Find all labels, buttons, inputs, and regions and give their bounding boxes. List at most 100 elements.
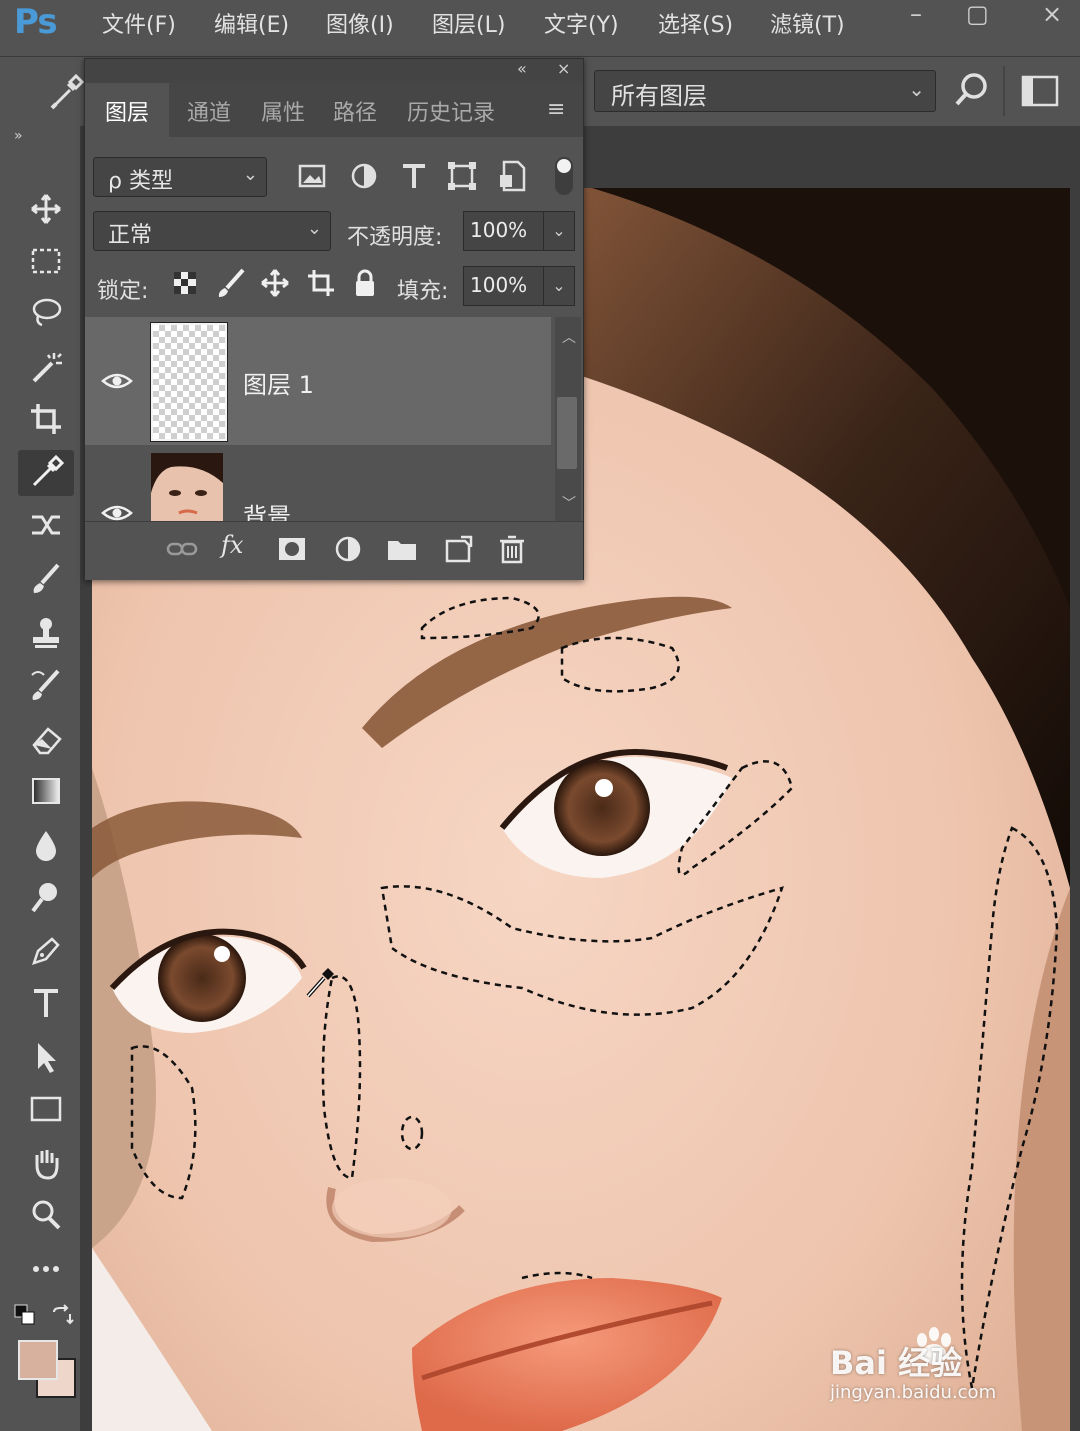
menu-edit[interactable]: 编辑(E)	[214, 7, 289, 39]
menu-bar: Ps 文件(F) 编辑(E) 图像(I) 图层(L) 文字(Y) 选择(S) 滤…	[0, 0, 1080, 46]
layer-filter-value: ρ 类型	[108, 169, 173, 194]
collapse-panel-icon[interactable]: «	[517, 59, 527, 78]
search-icon[interactable]	[952, 70, 992, 110]
opacity-input[interactable]: 100%	[463, 211, 545, 251]
path-select-tool-icon[interactable]	[18, 1034, 74, 1080]
crop-tool-icon[interactable]	[18, 396, 74, 442]
gradient-tool-icon[interactable]	[18, 768, 74, 814]
pen-tool-icon[interactable]	[18, 928, 74, 974]
visibility-eye-icon[interactable]	[101, 369, 133, 393]
marquee-tool-icon[interactable]	[18, 238, 74, 284]
options-divider	[1003, 66, 1005, 116]
zoom-tool-icon[interactable]	[18, 1192, 74, 1238]
hand-tool-icon[interactable]	[18, 1140, 74, 1186]
filter-adjustment-icon[interactable]	[347, 159, 381, 193]
visibility-eye-icon[interactable]	[101, 501, 133, 521]
fill-label: 填充:	[397, 279, 449, 304]
fx-icon[interactable]: fx	[221, 531, 255, 563]
stamp-tool-icon[interactable]	[18, 610, 74, 656]
menu-select[interactable]: 选择(S)	[658, 7, 733, 39]
fill-input[interactable]: 100%	[463, 266, 545, 306]
opacity-label: 不透明度:	[347, 225, 443, 250]
tab-channels[interactable]: 通道	[187, 95, 231, 127]
more-tools-icon[interactable]	[18, 1246, 74, 1292]
swap-colors-icon[interactable]	[50, 1304, 74, 1326]
lock-artboard-icon[interactable]	[305, 267, 337, 299]
layer-thumbnail-transparent[interactable]	[150, 322, 228, 442]
lock-position-icon[interactable]	[259, 267, 291, 299]
blend-mode-value: 正常	[108, 223, 153, 248]
add-mask-icon[interactable]	[275, 533, 309, 565]
new-layer-icon[interactable]	[441, 533, 475, 565]
chevron-down-icon: ⌄	[306, 218, 322, 239]
close-panel-icon[interactable]: ×	[557, 59, 570, 78]
filter-smart-object-icon[interactable]	[495, 159, 529, 193]
chevron-down-icon: ⌄	[908, 77, 925, 101]
close-button[interactable]: ×	[1042, 0, 1062, 28]
menu-filter[interactable]: 滤镜(T)	[770, 7, 845, 39]
fill-dropdown-icon[interactable]: ⌄	[543, 266, 575, 306]
tab-properties[interactable]: 属性	[261, 95, 305, 127]
maximize-button[interactable]: ▢	[966, 0, 989, 28]
lock-all-icon[interactable]	[349, 267, 381, 299]
link-icon[interactable]	[165, 533, 199, 565]
tab-history[interactable]: 历史记录	[407, 95, 495, 127]
layer-name[interactable]: 背景	[243, 497, 291, 521]
chevron-down-icon: ⌄	[242, 164, 258, 185]
history-brush-tool-icon[interactable]	[18, 662, 74, 708]
move-tool-icon[interactable]	[18, 186, 74, 232]
minimize-button[interactable]: –	[910, 0, 922, 28]
workspace-icon[interactable]	[1020, 74, 1060, 108]
menu-layer[interactable]: 图层(L)	[432, 7, 505, 39]
lock-transparent-pixels-icon[interactable]	[169, 267, 201, 299]
blend-mode-dropdown[interactable]: 正常 ⌄	[93, 211, 331, 251]
watermark-url: jingyan.baidu.com	[830, 1382, 997, 1403]
patch-tool-icon[interactable]	[18, 502, 74, 548]
filter-type-icon[interactable]	[397, 159, 431, 193]
layer-row-background[interactable]: 背景	[85, 445, 551, 521]
lasso-tool-icon[interactable]	[18, 290, 74, 336]
opacity-value: 100%	[470, 218, 528, 242]
menu-image[interactable]: 图像(I)	[326, 7, 394, 39]
tab-paths[interactable]: 路径	[333, 95, 377, 127]
new-group-folder-icon[interactable]	[385, 533, 419, 565]
filter-shape-icon[interactable]	[445, 159, 479, 193]
layer-name[interactable]: 图层 1	[243, 365, 314, 400]
type-tool-icon[interactable]	[18, 980, 74, 1026]
filter-pixel-icon[interactable]	[295, 159, 329, 193]
default-colors-icon[interactable]	[14, 1304, 36, 1326]
panel-header[interactable]: « ×	[85, 59, 583, 83]
layer-thumbnail-photo[interactable]	[151, 453, 223, 521]
watermark-brand: Bai 经验	[830, 1344, 963, 1382]
dodge-tool-icon[interactable]	[18, 874, 74, 920]
scroll-up-icon[interactable]: ︿	[562, 327, 576, 347]
blur-tool-icon[interactable]	[18, 822, 74, 868]
lock-image-pixels-icon[interactable]	[215, 267, 247, 299]
eyedropper-icon[interactable]	[44, 70, 88, 114]
toolbar-collapse-icon[interactable]: »	[14, 128, 22, 144]
foreground-color-swatch[interactable]	[18, 1340, 58, 1380]
panel-menu-icon[interactable]: ≡	[547, 97, 565, 122]
eyedropper-tool-icon[interactable]	[18, 450, 74, 496]
scroll-down-icon[interactable]: ﹀	[562, 493, 576, 513]
layer-filter-dropdown[interactable]: ρ 类型 ⌄	[93, 157, 267, 197]
adjustment-layer-icon[interactable]	[331, 533, 365, 565]
opacity-dropdown-icon[interactable]: ⌄	[543, 211, 575, 251]
fill-value: 100%	[470, 273, 528, 297]
menu-type[interactable]: 文字(Y)	[544, 7, 619, 39]
layer-row-layer1[interactable]: 图层 1	[85, 317, 551, 445]
layers-list: 图层 1 背景	[85, 317, 583, 521]
scrollbar-thumb[interactable]	[557, 397, 577, 469]
brush-tool-icon[interactable]	[18, 556, 74, 602]
baidu-jingyan-watermark: Bai 经验 jingyan.baidu.com	[830, 1318, 1050, 1408]
magic-wand-tool-icon[interactable]	[18, 344, 74, 390]
filter-toggle[interactable]	[555, 157, 573, 195]
sample-layers-dropdown[interactable]: 所有图层 ⌄	[594, 70, 936, 112]
tab-layers[interactable]: 图层	[105, 95, 149, 127]
rectangle-tool-icon[interactable]	[18, 1086, 74, 1132]
trash-icon[interactable]	[495, 533, 529, 565]
photoshop-logo: Ps	[14, 2, 58, 42]
menu-file[interactable]: 文件(F)	[102, 7, 176, 39]
eraser-tool-icon[interactable]	[18, 716, 74, 762]
layers-panel: « × 图层 通道 属性 路径 历史记录 ≡ ρ 类型 ⌄ 正常 ⌄ 不透明度:…	[84, 58, 584, 580]
